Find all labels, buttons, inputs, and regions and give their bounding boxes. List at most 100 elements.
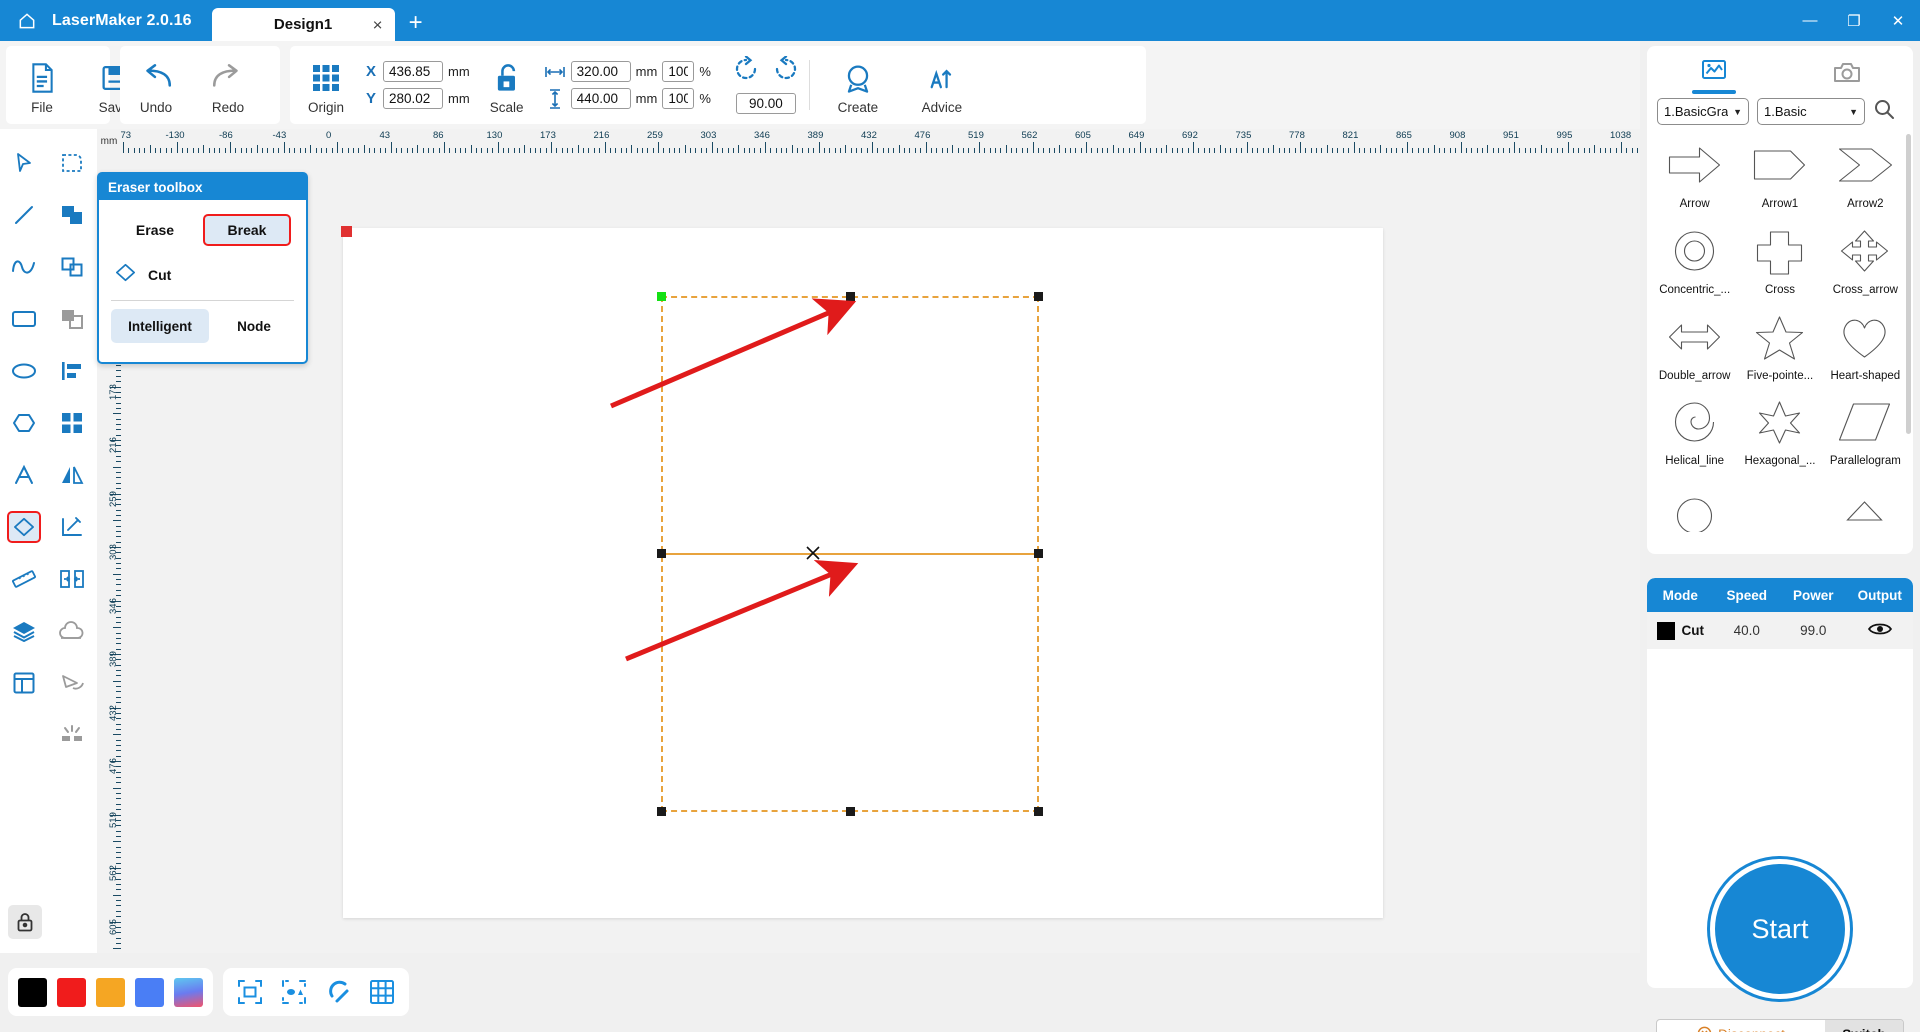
- height-input[interactable]: [570, 88, 631, 109]
- shape-item-five_point_star[interactable]: Five-pointe...: [1738, 307, 1821, 391]
- ruler-tool[interactable]: [0, 553, 48, 605]
- shape-item-arrow2[interactable]: Arrow2: [1824, 135, 1907, 219]
- shape-item-cross[interactable]: Cross: [1738, 221, 1821, 305]
- origin-button[interactable]: Origin: [290, 46, 362, 124]
- shape-item-partial-0[interactable]: [1653, 478, 1736, 549]
- resize-handle-bottom-right[interactable]: [1034, 807, 1043, 816]
- resize-handle-bottom-left[interactable]: [657, 807, 666, 816]
- scale-lock-button[interactable]: Scale: [474, 46, 540, 124]
- frame-tool[interactable]: [0, 657, 48, 709]
- height-percent-input[interactable]: [662, 88, 695, 109]
- camera-tab[interactable]: [1780, 46, 1913, 94]
- library-scrollbar[interactable]: [1906, 134, 1911, 434]
- subcategory-select[interactable]: 1.Basic ▼: [1757, 98, 1865, 125]
- y-input[interactable]: [383, 88, 443, 109]
- file-button[interactable]: File: [6, 46, 78, 124]
- rotate-left-icon[interactable]: [733, 55, 759, 87]
- shape-item-heart[interactable]: Heart-shaped: [1824, 307, 1907, 391]
- grid-icon[interactable]: [365, 975, 399, 1009]
- rotation-handle[interactable]: [657, 292, 666, 301]
- redo-button[interactable]: Redo: [192, 46, 264, 124]
- layer-output-cell[interactable]: [1847, 612, 1914, 649]
- spark-tool[interactable]: [48, 709, 96, 761]
- horizontal-ruler[interactable]: -173 -130 -86 -43 0 43 86 130 173 216 259 303 346 389…: [121, 129, 1641, 153]
- shape-item-helix[interactable]: Helical_line: [1653, 392, 1736, 476]
- offset-tool[interactable]: [48, 553, 96, 605]
- layer-speed-cell[interactable]: 40.0: [1714, 612, 1781, 649]
- color-orange[interactable]: [96, 977, 125, 1007]
- category-select[interactable]: 1.BasicGra ▼: [1657, 98, 1749, 125]
- resize-handle-top-right[interactable]: [1034, 292, 1043, 301]
- undo-button[interactable]: Undo: [120, 46, 192, 124]
- cloud-tool[interactable]: [48, 605, 96, 657]
- advice-button[interactable]: Advice: [900, 46, 984, 124]
- line-tool[interactable]: [0, 189, 48, 241]
- break-button[interactable]: Break: [203, 214, 291, 246]
- rectangle-tool[interactable]: [0, 293, 48, 345]
- width-input[interactable]: [570, 61, 631, 82]
- union-tool[interactable]: [48, 189, 96, 241]
- shape-item-double_arrow[interactable]: Double_arrow: [1653, 307, 1736, 391]
- measure-angle-tool[interactable]: [48, 501, 96, 553]
- shape-item-cross_arrow[interactable]: Cross_arrow: [1824, 221, 1907, 305]
- subtract-tool[interactable]: [48, 241, 96, 293]
- maximize-icon[interactable]: ❐: [1832, 0, 1876, 41]
- fit-selection-icon[interactable]: [277, 975, 311, 1009]
- design-canvas[interactable]: [121, 153, 1641, 953]
- rotate-right-icon[interactable]: [773, 55, 799, 87]
- shape-item-arrow[interactable]: Arrow: [1653, 135, 1736, 219]
- document-tab-design1[interactable]: Design1 ×: [211, 8, 395, 41]
- switch-button[interactable]: Switch: [1825, 1020, 1903, 1032]
- close-window-icon[interactable]: ✕: [1876, 0, 1920, 41]
- polygon-tool[interactable]: [0, 397, 48, 449]
- node-select-tool[interactable]: [48, 137, 96, 189]
- intersect-tool[interactable]: [48, 293, 96, 345]
- fit-frame-icon[interactable]: [233, 975, 267, 1009]
- shape-item-arrow1[interactable]: Arrow1: [1738, 135, 1821, 219]
- resize-handle-right[interactable]: [1034, 549, 1043, 558]
- eye-icon[interactable]: [1867, 621, 1892, 640]
- color-gradient[interactable]: [174, 977, 203, 1007]
- width-percent-input[interactable]: [662, 61, 695, 82]
- shape-item-partial-1[interactable]: [1824, 478, 1907, 549]
- layers-tool[interactable]: [0, 605, 48, 657]
- search-icon[interactable]: [1873, 98, 1895, 125]
- resize-handle-left[interactable]: [657, 549, 666, 558]
- table-row[interactable]: Cut 40.0 99.0: [1647, 612, 1913, 649]
- shape-item-parallelogram[interactable]: Parallelogram: [1824, 392, 1907, 476]
- resize-handle-top[interactable]: [846, 292, 855, 301]
- layer-color-swatch[interactable]: [1656, 621, 1675, 640]
- create-button[interactable]: Create: [816, 46, 900, 124]
- perspective-tool[interactable]: [48, 657, 96, 709]
- color-blue[interactable]: [135, 977, 164, 1007]
- curve-tool[interactable]: [0, 241, 48, 293]
- layer-power-cell[interactable]: 99.0: [1780, 612, 1847, 649]
- magnet-snap-icon[interactable]: [321, 975, 355, 1009]
- minimize-icon[interactable]: —: [1788, 0, 1832, 41]
- intelligent-button[interactable]: Intelligent: [111, 309, 209, 343]
- align-tool[interactable]: [48, 345, 96, 397]
- home-icon[interactable]: [10, 0, 44, 41]
- array-tool[interactable]: [48, 397, 96, 449]
- eraser-tool[interactable]: [0, 501, 48, 553]
- shape-middle-line[interactable]: [661, 553, 1039, 555]
- start-button[interactable]: Start: [1710, 859, 1850, 999]
- close-icon[interactable]: ×: [373, 16, 383, 33]
- disconnect-button[interactable]: Disconnect: [1657, 1020, 1825, 1032]
- ellipse-tool[interactable]: [0, 345, 48, 397]
- graphics-library-tab[interactable]: [1647, 46, 1780, 94]
- mirror-tool[interactable]: [48, 449, 96, 501]
- shape-item-concentric[interactable]: Concentric_...: [1653, 221, 1736, 305]
- select-tool[interactable]: [0, 137, 48, 189]
- node-button[interactable]: Node: [219, 309, 289, 343]
- new-tab-button[interactable]: +: [395, 11, 437, 41]
- shape-item-six_point_star[interactable]: Hexagonal_...: [1738, 392, 1821, 476]
- color-black[interactable]: [18, 977, 47, 1007]
- text-tool[interactable]: [0, 449, 48, 501]
- color-red[interactable]: [57, 977, 86, 1007]
- x-input[interactable]: [383, 61, 443, 82]
- lock-icon[interactable]: [8, 905, 42, 939]
- erase-button[interactable]: Erase: [107, 222, 203, 238]
- resize-handle-bottom[interactable]: [846, 807, 855, 816]
- cut-option-row[interactable]: Cut: [99, 254, 306, 296]
